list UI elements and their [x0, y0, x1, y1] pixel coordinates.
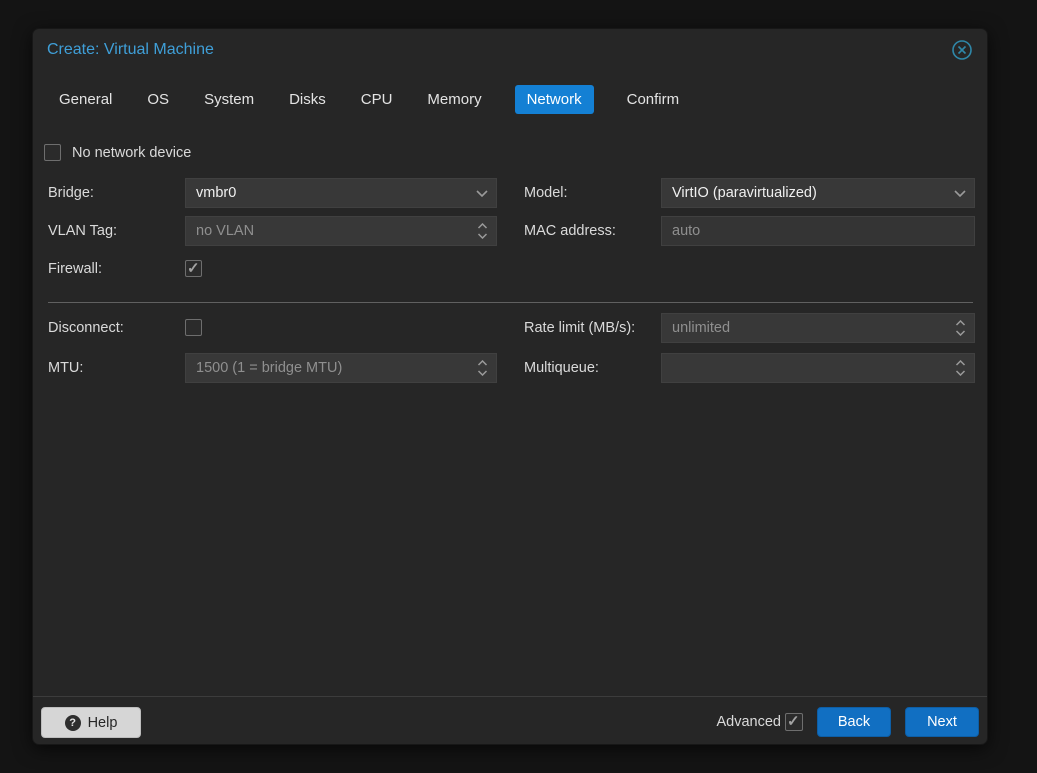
- next-button[interactable]: Next: [905, 707, 979, 737]
- chevron-down-icon[interactable]: [954, 179, 966, 207]
- tab-cpu[interactable]: CPU: [359, 85, 395, 114]
- spinner-arrows-icon[interactable]: [955, 314, 966, 342]
- multiqueue-label: Multiqueue:: [524, 359, 599, 377]
- vlan-tag-label: VLAN Tag:: [48, 222, 117, 240]
- rate-limit-spinner[interactable]: unlimited: [661, 313, 975, 343]
- vlan-tag-spinner[interactable]: no VLAN: [185, 216, 497, 246]
- model-value: VirtIO (paravirtualized): [672, 185, 817, 201]
- dialog-title: Create: Virtual Machine: [47, 41, 214, 59]
- no-network-device-checkbox[interactable]: [44, 144, 61, 161]
- mtu-placeholder: 1500 (1 = bridge MTU): [196, 360, 342, 376]
- firewall-checkbox[interactable]: [185, 260, 202, 277]
- question-icon: ?: [65, 715, 81, 731]
- help-button[interactable]: ? Help: [41, 707, 141, 738]
- rate-limit-label: Rate limit (MB/s):: [524, 319, 635, 337]
- bridge-value: vmbr0: [196, 185, 236, 201]
- create-vm-dialog: Create: Virtual Machine General OS Syste…: [32, 28, 988, 745]
- chevron-down-icon[interactable]: [476, 179, 488, 207]
- multiqueue-spinner[interactable]: [661, 353, 975, 383]
- disconnect-label: Disconnect:: [48, 319, 124, 337]
- tab-os[interactable]: OS: [145, 85, 171, 114]
- mac-address-input[interactable]: auto: [661, 216, 975, 246]
- section-divider: [48, 302, 973, 303]
- bridge-label: Bridge:: [48, 184, 94, 202]
- bridge-combobox[interactable]: vmbr0: [185, 178, 497, 208]
- model-combobox[interactable]: VirtIO (paravirtualized): [661, 178, 975, 208]
- tab-memory[interactable]: Memory: [425, 85, 483, 114]
- vlan-tag-placeholder: no VLAN: [196, 223, 254, 239]
- disconnect-checkbox[interactable]: [185, 319, 202, 336]
- tab-confirm[interactable]: Confirm: [625, 85, 682, 114]
- help-button-label: Help: [88, 715, 118, 731]
- mac-address-placeholder: auto: [672, 223, 700, 239]
- footer-divider: [33, 696, 987, 697]
- firewall-label: Firewall:: [48, 260, 102, 278]
- advanced-checkbox[interactable]: [785, 713, 803, 731]
- spinner-arrows-icon[interactable]: [477, 217, 488, 245]
- mtu-label: MTU:: [48, 359, 83, 377]
- back-button[interactable]: Back: [817, 707, 891, 737]
- tab-general[interactable]: General: [57, 85, 114, 114]
- tab-disks[interactable]: Disks: [287, 85, 328, 114]
- no-network-device-label: No network device: [72, 144, 191, 162]
- tab-bar: General OS System Disks CPU Memory Netwo…: [57, 85, 973, 114]
- spinner-arrows-icon[interactable]: [477, 354, 488, 382]
- mtu-spinner[interactable]: 1500 (1 = bridge MTU): [185, 353, 497, 383]
- spinner-arrows-icon[interactable]: [955, 354, 966, 382]
- page-background: { "dialog": { "title": "Create: Virtual …: [0, 0, 1037, 773]
- model-label: Model:: [524, 184, 568, 202]
- tab-network[interactable]: Network: [515, 85, 594, 114]
- tab-system[interactable]: System: [202, 85, 256, 114]
- mac-address-label: MAC address:: [524, 222, 616, 240]
- close-icon[interactable]: [951, 39, 973, 61]
- advanced-label: Advanced: [593, 714, 781, 730]
- rate-limit-placeholder: unlimited: [672, 320, 730, 336]
